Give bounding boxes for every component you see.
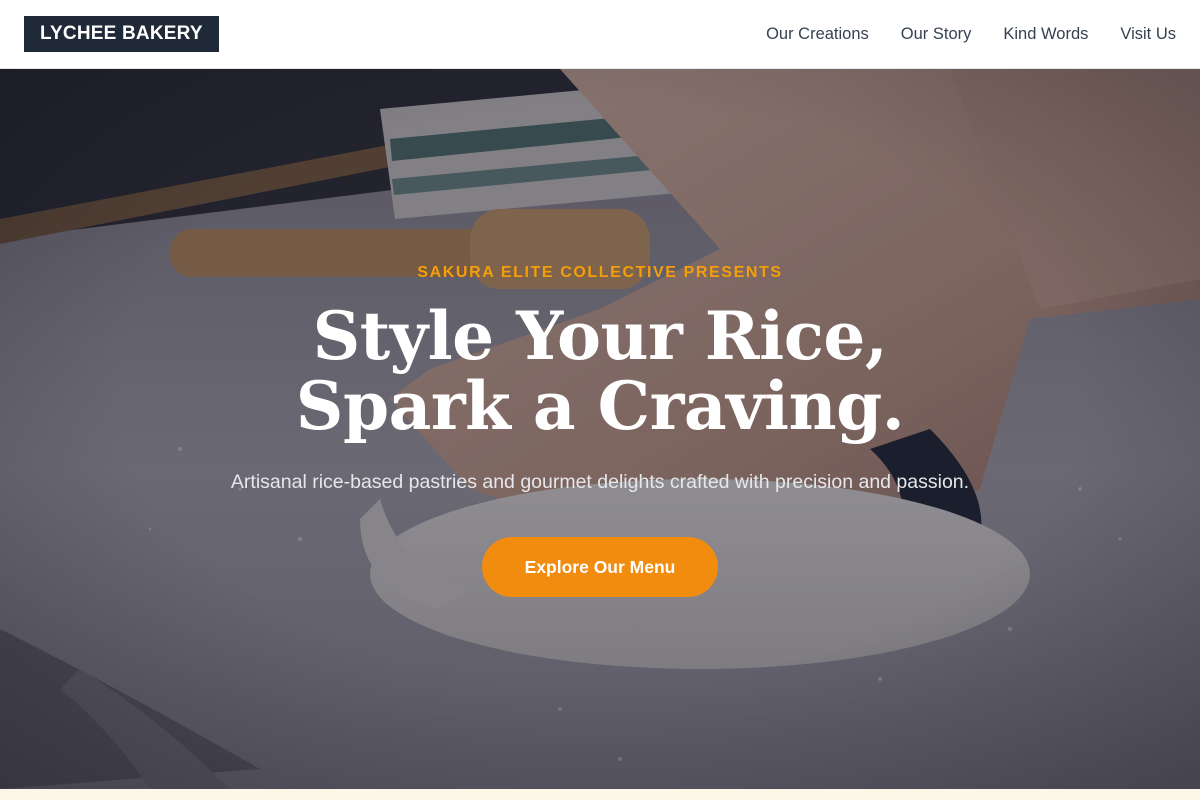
hero-section: SAKURA ELITE COLLECTIVE PRESENTS Style Y… xyxy=(0,69,1200,789)
nav-link-our-story[interactable]: Our Story xyxy=(901,25,972,44)
hero-eyebrow: SAKURA ELITE COLLECTIVE PRESENTS xyxy=(417,264,783,281)
hero-headline: Style Your Rice, Spark a Craving. xyxy=(0,301,1200,441)
logo[interactable]: LYCHEE BAKERY xyxy=(24,16,219,52)
nav-link-our-creations[interactable]: Our Creations xyxy=(766,25,869,44)
hero-headline-line-1: Style Your Rice, xyxy=(312,297,888,375)
nav-link-visit-us[interactable]: Visit Us xyxy=(1120,25,1176,44)
explore-menu-button[interactable]: Explore Our Menu xyxy=(482,537,718,597)
hero-headline-line-2: Spark a Craving. xyxy=(295,367,905,445)
hero-subtitle: Artisanal rice-based pastries and gourme… xyxy=(230,471,970,493)
hero-content: SAKURA ELITE COLLECTIVE PRESENTS Style Y… xyxy=(0,69,1200,789)
nav-link-kind-words[interactable]: Kind Words xyxy=(1003,25,1088,44)
site-header: LYCHEE BAKERY Our Creations Our Story Ki… xyxy=(0,0,1200,69)
next-section-edge xyxy=(0,789,1200,800)
main-nav: Our Creations Our Story Kind Words Visit… xyxy=(766,25,1176,44)
